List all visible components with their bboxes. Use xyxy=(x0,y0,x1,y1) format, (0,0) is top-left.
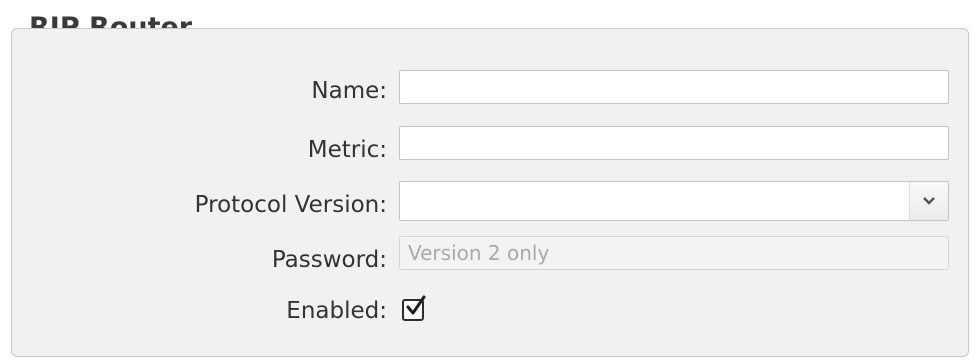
password-input[interactable] xyxy=(399,236,949,270)
chevron-down-icon[interactable] xyxy=(909,182,948,220)
enabled-checkbox[interactable] xyxy=(402,295,426,321)
protocol-version-label: Protocol Version: xyxy=(194,192,387,218)
metric-input[interactable] xyxy=(399,126,949,160)
name-label: Name: xyxy=(311,78,387,104)
metric-label: Metric: xyxy=(307,137,387,163)
enabled-label: Enabled: xyxy=(286,298,387,324)
password-label: Password: xyxy=(271,247,387,273)
protocol-version-select[interactable] xyxy=(399,181,949,221)
checkmark-icon xyxy=(406,295,426,315)
name-input[interactable] xyxy=(399,70,949,104)
